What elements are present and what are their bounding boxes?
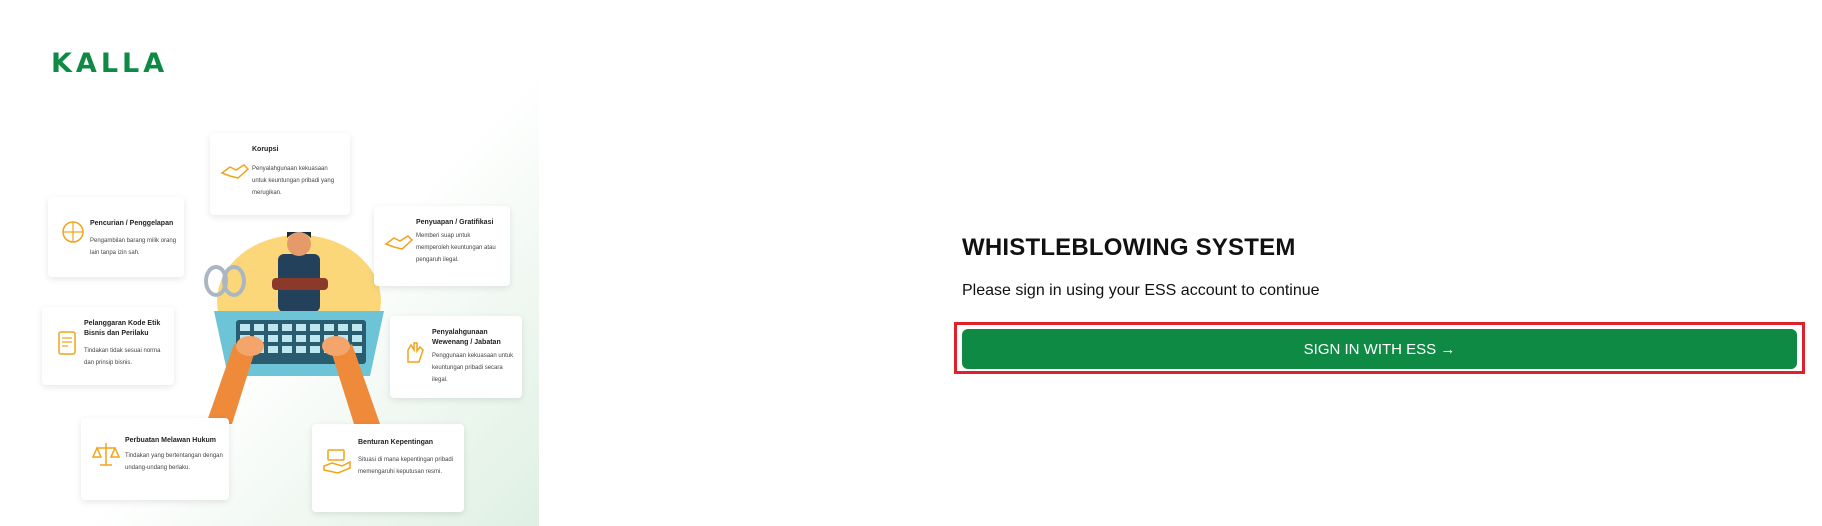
info-card-penyuapan: Penyuapan / Gratifikasi Memberi suap unt… [374, 206, 510, 286]
handshake-icon [384, 235, 414, 250]
info-card-kode-etik: Pelanggaran Kode Etik Bisnis dan Perilak… [42, 307, 174, 385]
kalla-logo: KALLA [51, 48, 169, 79]
document-icon [58, 331, 76, 355]
info-card-melawan-hukum: Perbuatan Melawan Hukum Tindakan yang be… [81, 418, 229, 500]
hero-illustration-panel: KALLA Korupsi Penyalahgunaan kekuasaan u… [24, 26, 539, 526]
info-card-korupsi: Korupsi Penyalahgunaan kekuasaan untuk k… [210, 133, 350, 215]
login-panel: WHISTLEBLOWING SYSTEM Please sign in usi… [954, 234, 1805, 374]
hand-icon [407, 342, 424, 363]
money-hand-icon [323, 449, 351, 474]
login-subtitle: Please sign in using your ESS account to… [962, 282, 1320, 299]
info-card-benturan: Benturan Kepentingan Situasi di mana kep… [312, 424, 464, 512]
info-card-pencurian: Pencurian / Penggelapan Pengambilan bara… [48, 197, 184, 277]
handshake-icon [220, 164, 250, 179]
info-card-wewenang: Penyalahgunaan Wewenang / Jabatan Penggu… [390, 316, 522, 398]
sign-in-with-ess-button[interactable]: SIGN IN WITH ESS → [962, 329, 1797, 369]
page-title: WHISTLEBLOWING SYSTEM [962, 234, 1296, 261]
globe-hand-icon [62, 221, 84, 243]
scales-icon [91, 443, 121, 466]
